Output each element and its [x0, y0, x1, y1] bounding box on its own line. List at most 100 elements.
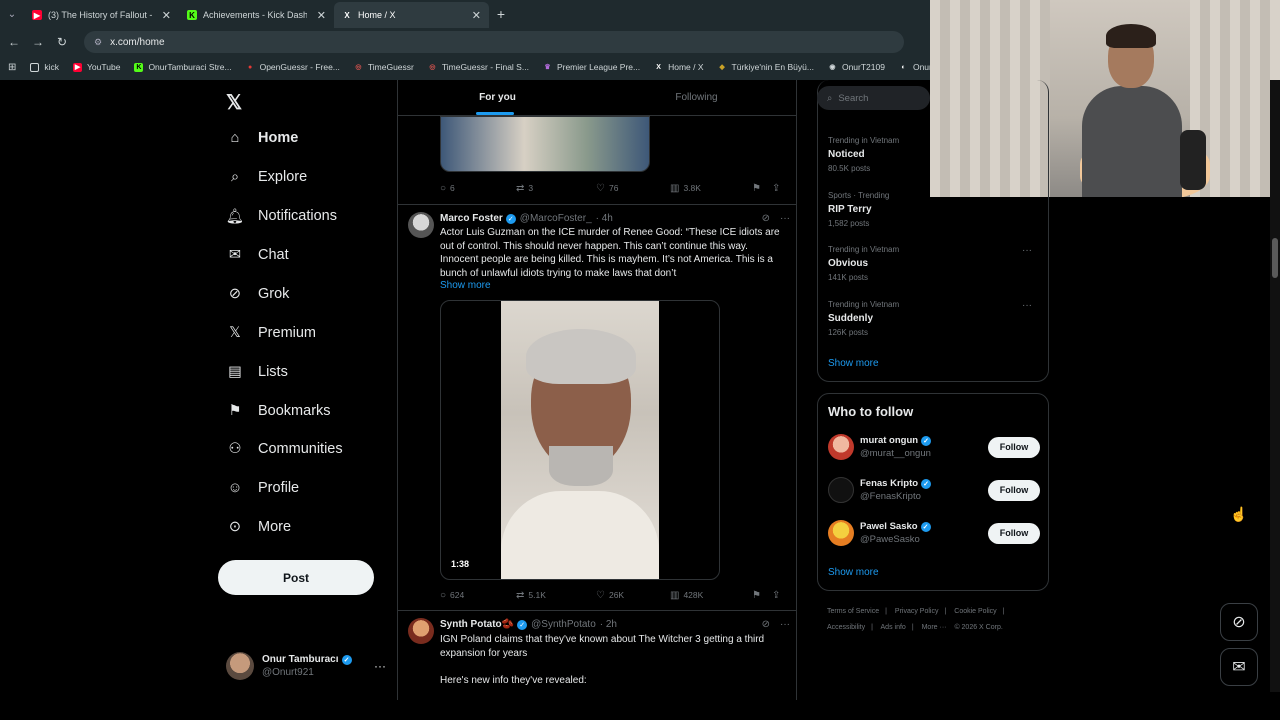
follow-suggestion[interactable]: Pawel Sasko ✓ @PaweSasko Follow [828, 518, 1040, 548]
footer-link[interactable]: Cookie Policy [954, 608, 996, 615]
bookmark-home-x[interactable]: X Home / X [654, 62, 703, 72]
tweet-video[interactable]: 1:38 [440, 300, 720, 580]
new-tab-icon[interactable]: + [489, 6, 513, 22]
who-to-follow-show-more[interactable]: Show more [828, 567, 879, 578]
tab-search-icon[interactable]: ⌄ [0, 0, 24, 28]
follow-button[interactable]: Follow [988, 479, 1040, 501]
close-icon[interactable]: ✕ [317, 9, 326, 22]
nav-bookmarks[interactable]: ⚑ Bookmarks [226, 396, 331, 426]
tweet-actions: ○ 624 ⇄ 5.1K ♡ 26K ▥ 428K ⚑ ⇪ [440, 587, 790, 603]
like-button[interactable]: ♡ 26K [596, 590, 670, 601]
messages-floating-button[interactable]: ✉ [1220, 648, 1258, 686]
more-icon[interactable]: ··· [780, 619, 790, 630]
grok-floating-button[interactable]: ⊘ [1220, 603, 1258, 641]
share-button[interactable]: ⇪ [772, 590, 784, 601]
reload-icon[interactable]: ↻ [50, 35, 74, 49]
site-info-icon[interactable]: ⚙ [94, 37, 102, 48]
post-button[interactable]: Post [218, 560, 374, 595]
x-logo-icon[interactable]: 𝕏 [226, 90, 242, 115]
nav-grok[interactable]: ⊘ Grok [226, 279, 290, 309]
trend-item[interactable]: Trending in Vietnam Suddenly 126K posts … [828, 300, 1040, 337]
search-input[interactable]: ⌕ Search [817, 86, 930, 110]
footer-link[interactable]: Accessibility [827, 624, 865, 631]
footer-link[interactable]: Ads info [881, 624, 906, 631]
scrollbar[interactable] [1270, 80, 1280, 692]
trends-show-more[interactable]: Show more [828, 358, 879, 369]
previous-post-media[interactable] [440, 116, 650, 172]
bookmark-button[interactable]: ⚑ [752, 183, 772, 194]
bookmark-button[interactable]: ⚑ [752, 590, 772, 601]
tweet-time[interactable]: · 2h [600, 619, 617, 630]
nav-chat[interactable]: ✉ Chat [226, 240, 289, 270]
more-icon[interactable]: ··· [374, 659, 386, 673]
trend-item[interactable]: Trending in Vietnam Noticed 80.5K posts [828, 136, 1040, 173]
trend-item[interactable]: Sports · Trending RIP Terry 1,582 posts [828, 191, 1040, 228]
author-handle[interactable]: @MarcoFoster_ [520, 213, 592, 224]
close-icon[interactable]: ✕ [162, 9, 171, 22]
author-name[interactable]: Marco Foster [440, 213, 503, 224]
more-icon[interactable]: ··· [1022, 245, 1032, 256]
close-icon[interactable]: ✕ [472, 9, 481, 22]
follow-suggestion[interactable]: murat ongun ✓ @murat__ongun Follow [828, 432, 1040, 462]
more-icon[interactable]: ··· [780, 213, 790, 224]
like-button[interactable]: ♡ 76 [596, 183, 670, 194]
nav-home[interactable]: ⌂ Home [226, 123, 299, 153]
bookmark-onur-tamburaci[interactable]: ◐ Onur Tamburacı | Pa... [899, 62, 930, 72]
reply-button[interactable]: ○ 6 [440, 183, 516, 194]
share-button[interactable]: ⇪ [772, 183, 784, 194]
bookmark-premier-league[interactable]: ♛ Premier League Pre... [543, 62, 640, 72]
bookmark-timeguessr-final[interactable]: ◎ TimeGuessr - Final S... [428, 62, 529, 72]
views-button[interactable]: ▥ 428K [670, 590, 752, 601]
bookmark-icon: ⚑ [228, 403, 242, 419]
repost-button[interactable]: ⇄ 5.1K [516, 590, 596, 601]
nav-profile[interactable]: ☺ Profile [226, 473, 300, 503]
show-more-link[interactable]: Show more [440, 280, 491, 291]
bookmark-timeguessr[interactable]: ◎ TimeGuessr [354, 62, 414, 72]
author-name[interactable]: Synth Potato🫘 [440, 619, 514, 630]
reply-button[interactable]: ○ 624 [440, 590, 516, 601]
footer-link[interactable]: Privacy Policy [895, 608, 939, 615]
tab-kick[interactable]: K Achievements - Kick Dashboard ✕ [179, 2, 334, 28]
tab-youtube[interactable]: ▶ (3) The History of Fallout - You ✕ [24, 2, 179, 28]
author-handle[interactable]: @SynthPotato [531, 619, 596, 630]
tab-x-home[interactable]: X Home / X ✕ [334, 2, 489, 28]
more-icon[interactable]: ··· [1022, 300, 1032, 311]
forward-icon[interactable]: → [26, 35, 50, 49]
kick-icon: K [187, 10, 197, 20]
bookmark-onur-stream[interactable]: K OnurTamburaci Stre... [134, 62, 232, 72]
follow-button[interactable]: Follow [988, 436, 1040, 458]
tab-for-you[interactable]: For you [398, 80, 597, 115]
nav-communities[interactable]: ⚇ Communities [226, 434, 343, 464]
nav-more[interactable]: ⊙ More [226, 512, 291, 542]
footer-link[interactable]: More ··· [922, 624, 947, 631]
repost-icon: ⇄ [516, 182, 525, 194]
grok-icon[interactable]: ⊘ [762, 213, 770, 224]
follow-suggestion[interactable]: Fenas Kripto ✓ @FenasKripto Follow [828, 475, 1040, 505]
bookmark-youtube[interactable]: ▶ YouTube [73, 62, 120, 72]
scrollbar-thumb[interactable] [1272, 238, 1278, 278]
nav-lists[interactable]: ▤ Lists [226, 357, 288, 387]
bookmark-label: Premier League Pre... [556, 62, 641, 72]
tweet-header: Marco Foster ✓ @MarcoFoster_ · 4h ⊘ ··· [440, 213, 790, 224]
nav-premium[interactable]: 𝕏 Premium [226, 318, 316, 348]
avatar[interactable] [408, 212, 434, 238]
repost-button[interactable]: ⇄ 3 [516, 183, 596, 194]
views-button[interactable]: ▥ 3.8K [670, 183, 752, 194]
bookmark-kick[interactable]: kick [30, 62, 59, 72]
apps-icon[interactable]: ⊞ [8, 62, 16, 73]
nav-notifications[interactable]: 🔔︎ Notifications [226, 201, 337, 231]
trend-item[interactable]: Trending in Vietnam Obvious 141K posts ·… [828, 245, 1040, 282]
grok-icon[interactable]: ⊘ [762, 619, 770, 630]
bookmark-openguessr[interactable]: ● OpenGuessr - Free... [246, 62, 340, 72]
follow-button[interactable]: Follow [988, 522, 1040, 544]
bookmark-turkiye[interactable]: ◆ Türkiye'nin En Büyü... [718, 62, 814, 72]
account-switcher[interactable]: Onur Tamburacı ✓ @Onurt921 ··· [226, 648, 386, 684]
bookmark-onurt2109[interactable]: ◉ OnurT2109 [828, 62, 885, 72]
footer-link[interactable]: Terms of Service [827, 608, 879, 615]
tab-following[interactable]: Following [597, 80, 796, 115]
back-icon[interactable]: ← [2, 35, 26, 49]
nav-explore[interactable]: ⌕ Explore [226, 162, 307, 192]
url-field[interactable]: ⚙ x.com/home [84, 31, 904, 53]
tweet-time[interactable]: · 4h [596, 213, 613, 224]
avatar[interactable] [408, 618, 434, 644]
